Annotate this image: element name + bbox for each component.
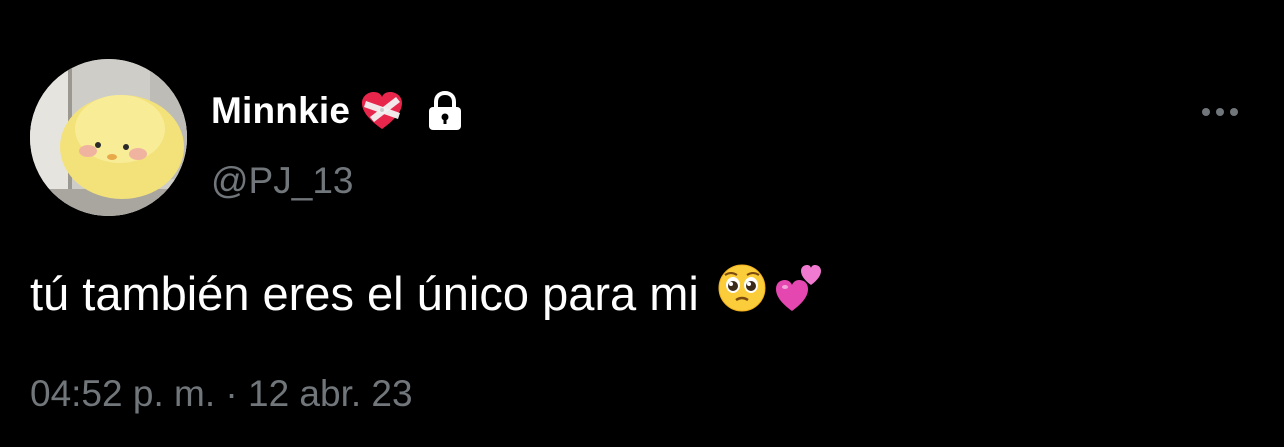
avatar[interactable] xyxy=(30,59,187,216)
tweet: Minnkie @PJ_13 tú también eres el único … xyxy=(0,0,1284,447)
two-hearts-emoji xyxy=(775,263,823,324)
author-handle[interactable]: @PJ_13 xyxy=(211,160,353,202)
more-options-button[interactable] xyxy=(1196,98,1244,126)
tweet-text-row: tú también eres el único para mi xyxy=(30,263,823,324)
more-horizontal-icon xyxy=(1216,108,1224,116)
tweet-timestamp[interactable]: 04:52 p. m. · 12 abr. 23 xyxy=(30,373,413,415)
mending-heart-emoji xyxy=(360,91,404,131)
display-name[interactable]: Minnkie xyxy=(211,90,350,132)
pleading-face-emoji xyxy=(717,263,767,324)
author-name-row: Minnkie xyxy=(211,88,466,134)
more-horizontal-icon xyxy=(1202,108,1210,116)
more-horizontal-icon xyxy=(1230,108,1238,116)
lock-icon xyxy=(424,90,466,132)
tweet-text: tú también eres el único para mi xyxy=(30,267,699,320)
